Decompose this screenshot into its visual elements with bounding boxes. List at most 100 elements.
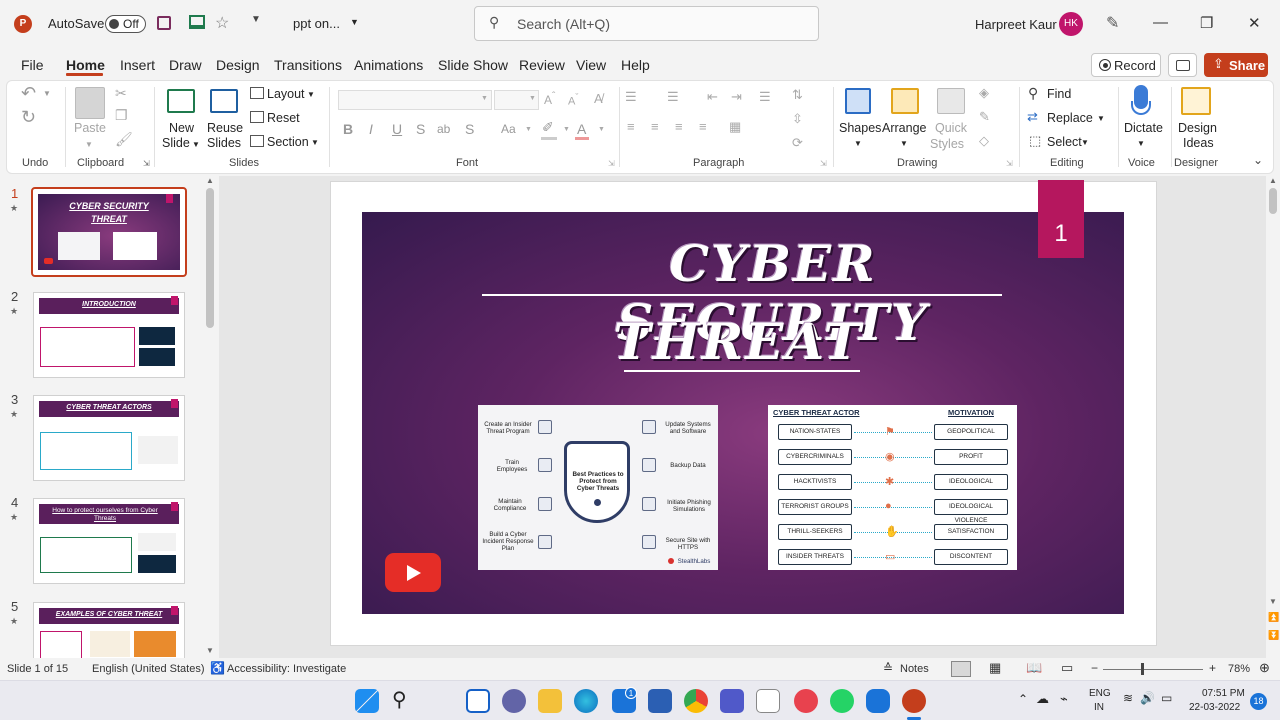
slide-thumbnail[interactable]: CYBER THREAT ACTORS <box>33 395 185 481</box>
line-spacing-icon[interactable]: ☰ <box>759 89 771 105</box>
slide-thumbnail[interactable]: How to protect ourselves from Cyber Thre… <box>33 498 185 584</box>
fit-to-window-icon[interactable]: ⊕ <box>1259 660 1270 676</box>
network-icon[interactable]: ⌁ <box>1060 691 1068 707</box>
zoom-slider-thumb[interactable] <box>1141 663 1144 675</box>
format-painter-icon[interactable]: 🖌 <box>115 131 133 148</box>
file-explorer-icon[interactable] <box>538 689 562 713</box>
numbering-icon[interactable]: ☰ <box>667 89 679 105</box>
decrease-indent-icon[interactable]: ⇤ <box>707 89 718 105</box>
copy-icon[interactable]: ❐ <box>115 107 128 124</box>
normal-view-icon[interactable] <box>951 661 971 677</box>
strikethrough-icon[interactable]: S <box>416 121 425 137</box>
increase-indent-icon[interactable]: ⇥ <box>731 89 742 105</box>
slideshow-icon[interactable]: ▭ <box>1061 660 1073 676</box>
comments-button[interactable] <box>1168 53 1197 77</box>
select-icon[interactable]: ⬚ <box>1029 133 1041 149</box>
zoom-level[interactable]: 78% <box>1228 663 1250 675</box>
replace-dropdown-icon[interactable]: ▼ <box>1097 114 1105 123</box>
avatar[interactable]: HK <box>1059 12 1083 36</box>
align-center-icon[interactable]: ≡ <box>675 119 683 134</box>
layout-icon[interactable] <box>250 87 264 99</box>
paste-icon[interactable] <box>75 87 105 119</box>
arrange-label[interactable]: Arrange <box>882 121 926 136</box>
shapes-icon[interactable] <box>845 88 871 114</box>
windows-start-icon[interactable] <box>355 689 379 713</box>
prev-slide-icon[interactable]: ⏫ <box>1268 612 1279 623</box>
shapes-label[interactable]: Shapes <box>839 121 881 136</box>
slide-sorter-icon[interactable]: ▦ <box>989 660 1001 676</box>
zoom-out-icon[interactable]: − <box>1091 661 1098 675</box>
user-name[interactable]: Harpreet Kaur <box>975 17 1057 32</box>
accessibility-icon[interactable]: ♿ <box>210 661 225 675</box>
language-indicator[interactable]: ENG <box>1089 688 1111 699</box>
customize-icon[interactable]: ☆ <box>215 13 229 33</box>
design-ideas-label-2[interactable]: Ideas <box>1183 136 1214 151</box>
clear-formatting-icon[interactable]: A̸ <box>594 91 603 106</box>
tab-help[interactable]: Help <box>621 57 650 73</box>
cut-icon[interactable]: ✂ <box>115 85 127 102</box>
section-icon[interactable] <box>250 135 264 147</box>
scroll-up-icon[interactable]: ▲ <box>206 176 214 185</box>
shapes-dropdown-icon[interactable]: ▼ <box>854 139 862 148</box>
cloud-icon[interactable]: ☁ <box>1036 691 1049 707</box>
underline-icon[interactable]: U <box>392 121 402 137</box>
layout-dropdown-icon[interactable]: ▼ <box>307 90 315 99</box>
font-name-box[interactable] <box>338 90 492 110</box>
font-name-dropdown-icon[interactable]: ▼ <box>481 95 488 102</box>
reuse-slides-icon[interactable] <box>210 89 238 113</box>
autosave-toggle[interactable]: Off <box>105 15 146 33</box>
arrange-icon[interactable] <box>891 88 919 114</box>
wifi-icon[interactable]: ≋ <box>1123 691 1133 705</box>
reset-icon[interactable] <box>250 111 264 123</box>
threat-actors-image[interactable]: CYBER THREAT ACTOR MOTIVATION NATION-STA… <box>768 405 1017 570</box>
tab-slide-show[interactable]: Slide Show <box>438 57 508 73</box>
text-direction-icon[interactable]: ⇅ <box>792 87 803 103</box>
best-practices-image[interactable]: Best Practices to Protect from Cyber Thr… <box>478 405 718 570</box>
decrease-font-icon[interactable]: Aˇ <box>568 92 578 108</box>
redo-icon[interactable]: ↻ <box>21 107 36 128</box>
quick-styles-label-1[interactable]: Quick <box>935 121 967 136</box>
battery-icon[interactable]: ▭ <box>1161 691 1172 705</box>
filename-chevron-icon[interactable]: ▼ <box>350 17 359 27</box>
youtube-play-icon[interactable] <box>385 553 441 592</box>
new-slide-label-1[interactable]: New <box>169 121 194 136</box>
scroll-up-icon[interactable]: ▲ <box>1269 176 1277 185</box>
zoom-app-icon[interactable] <box>794 689 818 713</box>
scroll-down-icon[interactable]: ▼ <box>1269 597 1277 606</box>
paste-label[interactable]: Paste <box>74 121 106 136</box>
columns-icon[interactable]: ≡ <box>627 119 635 134</box>
tab-home[interactable]: Home <box>66 57 105 73</box>
share-button[interactable]: ⇪ Share <box>1204 53 1268 77</box>
reuse-slides-label-2[interactable]: Slides <box>207 136 241 151</box>
reuse-slides-label-1[interactable]: Reuse <box>207 121 243 136</box>
restore-icon[interactable]: ❐ <box>1200 14 1213 32</box>
drawing-launcher-icon[interactable]: ⇲ <box>1006 159 1013 168</box>
slide-title-line-2[interactable]: THREAT <box>602 312 874 371</box>
document-name[interactable]: ppt on... <box>293 16 340 31</box>
volume-icon[interactable]: 🔊 <box>1140 691 1155 705</box>
align-text-icon[interactable]: ⇳ <box>792 111 803 127</box>
select-label[interactable]: Select <box>1047 135 1082 149</box>
clipboard-launcher-icon[interactable]: ⇲ <box>143 159 150 168</box>
case-dropdown-icon[interactable]: ▼ <box>525 126 532 133</box>
record-button[interactable]: Record <box>1091 53 1161 77</box>
design-ideas-icon[interactable] <box>1181 87 1211 115</box>
bold-icon[interactable]: B <box>343 121 353 137</box>
replace-label[interactable]: Replace <box>1047 111 1093 125</box>
new-slide-label-2[interactable]: Slide <box>162 136 190 151</box>
powerpoint-taskbar-icon[interactable] <box>902 689 926 713</box>
undo-icon[interactable]: ↶ <box>21 83 36 104</box>
reading-view-icon[interactable]: 📖 <box>1026 660 1042 676</box>
search-icon[interactable]: ⚲ <box>392 687 407 712</box>
increase-font-icon[interactable]: Aˆ <box>544 91 555 107</box>
font-color-icon[interactable]: A <box>577 121 586 137</box>
notes-button[interactable]: Notes <box>900 663 929 675</box>
collapse-ribbon-icon[interactable]: ⌄ <box>1253 153 1263 167</box>
canvas-scrollbar[interactable]: ▲ ▼ ⏫ ⏬ <box>1266 176 1280 658</box>
more-dropdown-icon[interactable]: ▼ <box>251 14 261 25</box>
tab-view[interactable]: View <box>576 57 606 73</box>
chrome-icon[interactable] <box>684 689 708 713</box>
align-left-icon[interactable]: ≡ <box>651 119 659 134</box>
zoom-in-icon[interactable]: + <box>1209 661 1216 675</box>
tab-design[interactable]: Design <box>216 57 260 73</box>
